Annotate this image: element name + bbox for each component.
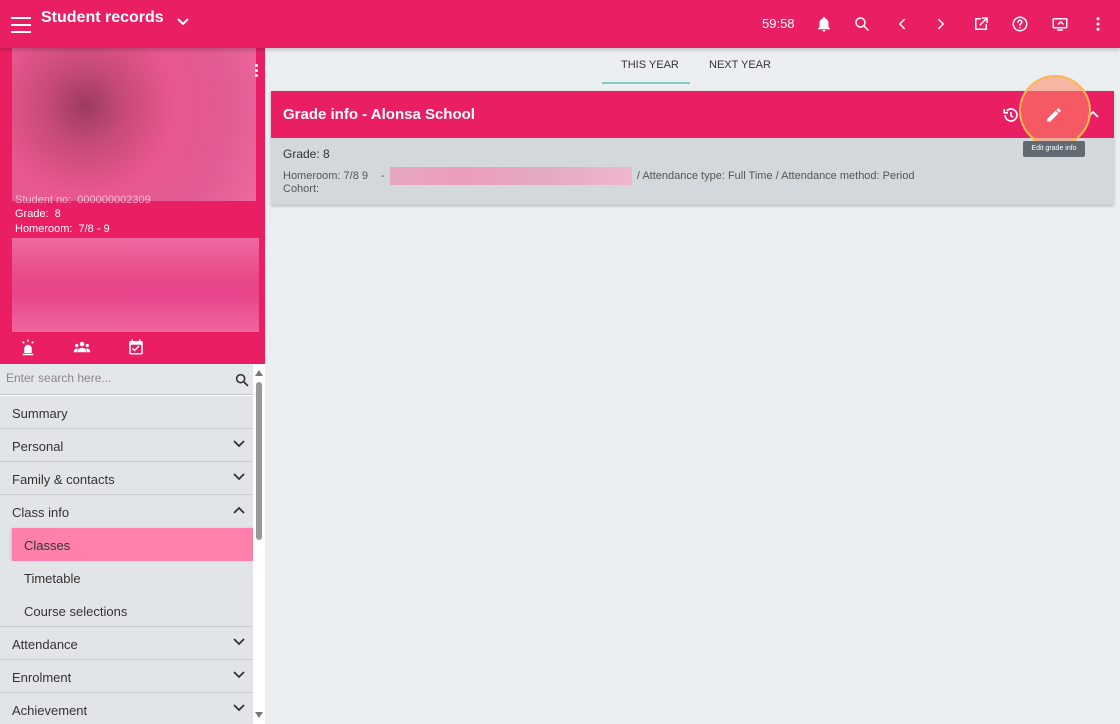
scroll-up-arrow-icon[interactable] xyxy=(255,370,263,376)
sidebar-item-label: Family & contacts xyxy=(12,472,115,487)
student-homeroom: Homeroom: 7/8 - 9 xyxy=(15,223,110,235)
profile-more-icon[interactable] xyxy=(255,64,259,78)
search-icon[interactable] xyxy=(850,12,874,36)
screen-share-icon[interactable] xyxy=(1048,12,1072,36)
chevron-up-icon xyxy=(233,506,245,514)
redacted-details xyxy=(12,238,259,332)
sidebar-item-label: Timetable xyxy=(24,571,81,586)
active-tab-indicator xyxy=(602,82,690,84)
sidebar-item-label: Personal xyxy=(12,439,64,454)
search-input[interactable] xyxy=(6,371,226,385)
attendance-text: / Attendance type: Full Time / Attendanc… xyxy=(636,169,915,182)
edit-tooltip: Edit grade info xyxy=(1023,141,1085,157)
card-header: Grade info - Alonsa School xyxy=(271,91,1114,138)
student-grade: Grade: 8 xyxy=(15,208,61,220)
top-app-bar: Student records 59:58 xyxy=(0,0,1120,48)
sidebar-item-classes[interactable]: Classes xyxy=(0,528,253,561)
scroll-down-arrow-icon[interactable] xyxy=(255,712,263,718)
sidebar-item-label: Achievement xyxy=(12,703,88,718)
session-timer: 59:58 xyxy=(762,16,795,31)
calendar-check-icon[interactable] xyxy=(127,338,145,356)
chevron-left-icon[interactable] xyxy=(890,12,914,36)
homeroom-text: Homeroom: 7/8 9 xyxy=(283,169,368,182)
sidebar: Student no: 000000002309 Grade: 8 Homeroom… xyxy=(0,48,265,724)
student-photo-redacted xyxy=(12,48,256,201)
grade-text: Grade: 8 xyxy=(283,147,330,161)
sidebar-item-course-selections[interactable]: Course selections xyxy=(0,594,253,627)
sidebar-scrollbar[interactable] xyxy=(253,366,265,724)
edit-pencil-icon[interactable] xyxy=(1045,106,1063,124)
sidebar-item-label: Classes xyxy=(24,538,71,553)
sidebar-item-summary[interactable]: Summary xyxy=(0,396,253,429)
chevron-down-icon xyxy=(233,473,245,481)
card-title: Grade info - Alonsa School xyxy=(283,106,475,123)
chevron-down-icon xyxy=(233,671,245,679)
more-vert-icon[interactable] xyxy=(1086,12,1110,36)
sidebar-item-timetable[interactable]: Timetable xyxy=(0,561,253,594)
sidebar-item-achievement[interactable]: Achievement xyxy=(0,693,253,724)
tab-this-year[interactable]: THIS YEAR xyxy=(621,59,679,71)
alert-icon[interactable] xyxy=(19,338,37,356)
tab-next-year[interactable]: NEXT YEAR xyxy=(709,59,771,71)
sidebar-item-label: Course selections xyxy=(24,604,128,619)
help-icon[interactable] xyxy=(1008,12,1032,36)
chevron-down-icon xyxy=(233,704,245,712)
sidebar-nav: Summary Personal Family & contacts Class… xyxy=(0,396,253,724)
sidebar-item-personal[interactable]: Personal xyxy=(0,429,253,462)
menu-icon[interactable] xyxy=(8,12,34,36)
scroll-thumb[interactable] xyxy=(256,382,262,540)
sidebar-item-enrolment[interactable]: Enrolment xyxy=(0,660,253,693)
year-tabs: THIS YEAR NEXT YEAR xyxy=(265,48,1120,86)
sidebar-item-label: Attendance xyxy=(12,637,78,652)
sidebar-item-attendance[interactable]: Attendance xyxy=(0,627,253,660)
student-profile-panel: Student no: 000000002309 Grade: 8 Homeroom… xyxy=(0,48,265,364)
dash-separator: - xyxy=(381,169,385,182)
app-title: Student records xyxy=(41,9,164,26)
sidebar-item-label: Class info xyxy=(12,505,70,520)
student-number: Student no: 000000002309 xyxy=(15,194,151,206)
homeroom-attendance-line: Homeroom: 7/8 9 - / Attendance type: Ful… xyxy=(283,167,914,185)
chevron-down-icon xyxy=(233,440,245,448)
bell-icon[interactable] xyxy=(812,12,836,36)
grade-info-card: Grade info - Alonsa School Grade: 8 Home… xyxy=(271,91,1114,205)
group-icon[interactable] xyxy=(73,338,91,356)
open-external-icon[interactable] xyxy=(969,12,993,36)
redacted-text xyxy=(389,167,632,185)
sidebar-item-class-info[interactable]: Class info xyxy=(0,495,253,528)
sidebar-search xyxy=(0,364,253,395)
sidebar-item-label: Enrolment xyxy=(12,670,72,685)
chevron-down-icon xyxy=(233,638,245,646)
chevron-right-icon[interactable] xyxy=(929,12,953,36)
sidebar-item-family[interactable]: Family & contacts xyxy=(0,462,253,495)
history-icon[interactable] xyxy=(1002,106,1020,124)
search-icon[interactable] xyxy=(234,372,250,388)
sidebar-item-label: Summary xyxy=(12,406,68,421)
cohort-text: Cohort: xyxy=(283,183,320,195)
chevron-down-icon[interactable] xyxy=(176,14,190,30)
